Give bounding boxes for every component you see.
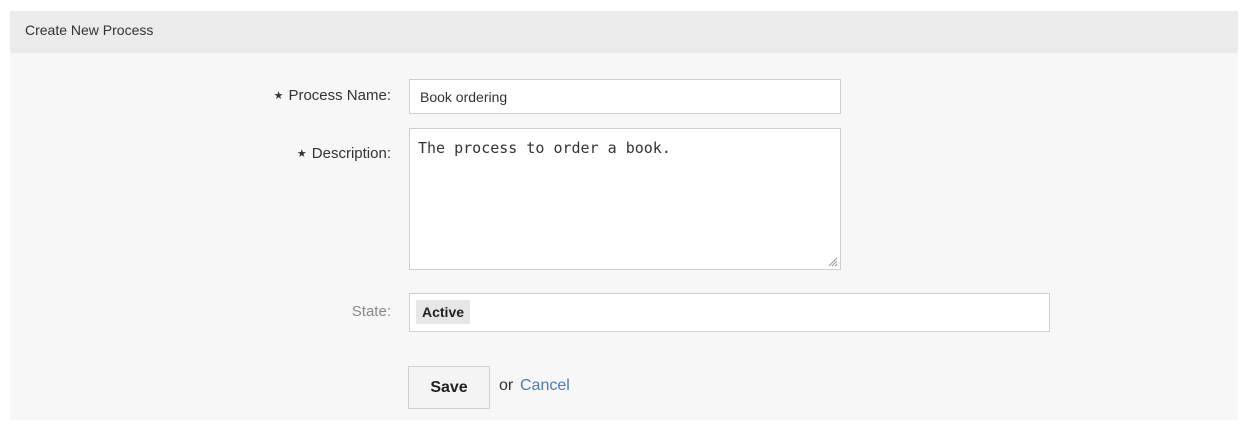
cancel-link[interactable]: Cancel (520, 377, 570, 395)
state-selected-token[interactable]: Active (416, 300, 471, 324)
save-button[interactable]: Save (408, 366, 490, 409)
description-label-text: Description: (311, 145, 391, 162)
description-textarea[interactable]: The process to order a book. (409, 128, 841, 270)
panel-title: Create New Process (25, 22, 154, 38)
description-label: ★ Description: (297, 145, 391, 162)
required-star-icon: ★ (273, 90, 284, 102)
process-name-label: ★ Process Name: (274, 87, 391, 104)
state-label: State: (351, 303, 391, 320)
or-text: or (499, 377, 514, 394)
panel-header: Create New Process (10, 11, 1238, 53)
process-name-label-text: Process Name: (288, 87, 391, 104)
process-name-input[interactable]: Book ordering (409, 79, 841, 114)
process-name-value: Book ordering (420, 89, 508, 105)
create-process-panel: Create New Process ★ Process Name: Book o… (10, 11, 1238, 420)
state-select[interactable]: Active (409, 293, 1050, 332)
description-value: The process to order a book. (418, 139, 671, 157)
resize-grip-icon[interactable] (827, 256, 838, 267)
required-star-icon: ★ (296, 148, 307, 160)
